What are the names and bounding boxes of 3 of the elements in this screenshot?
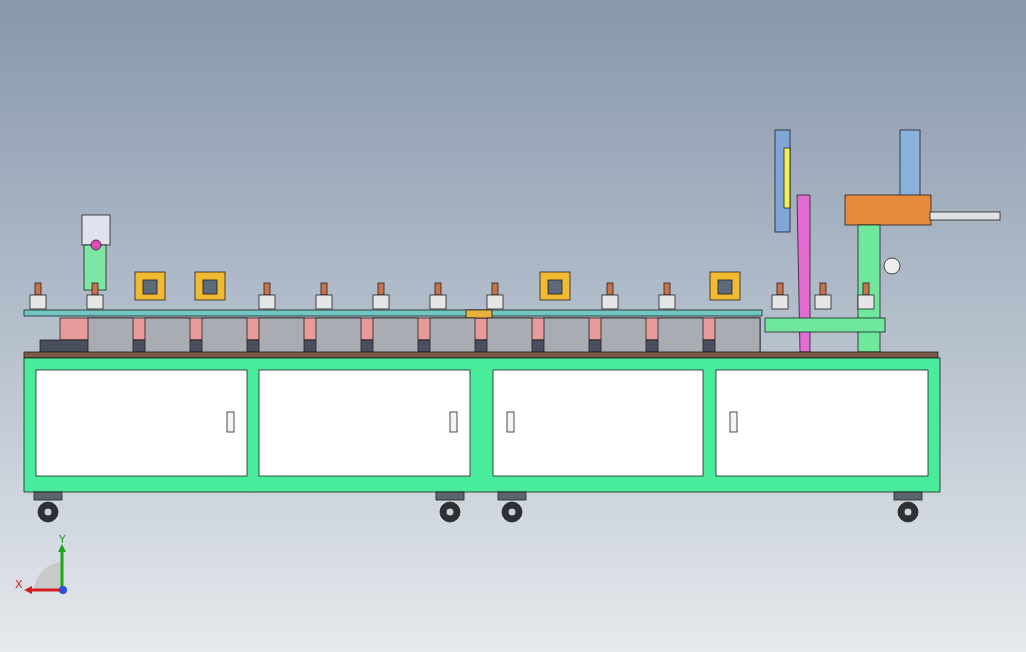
x-axis-label: X — [15, 578, 23, 591]
axis-triad-icon — [24, 544, 67, 594]
y-axis-label: Y — [59, 533, 66, 546]
